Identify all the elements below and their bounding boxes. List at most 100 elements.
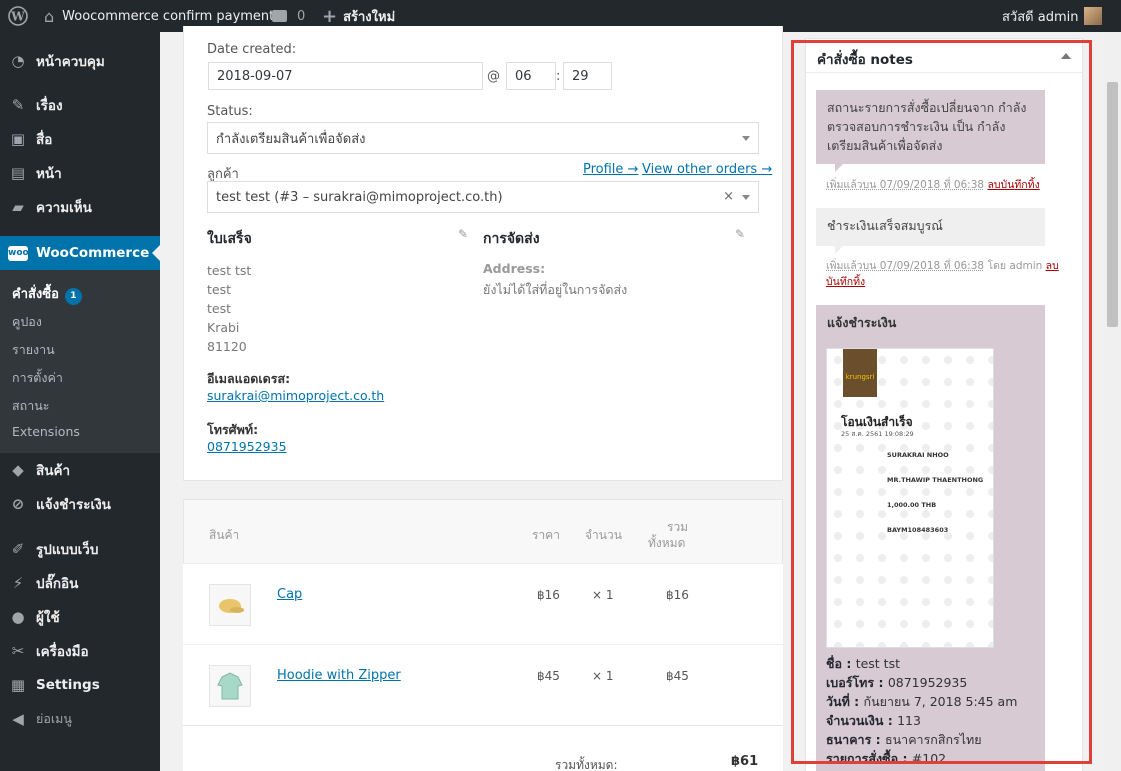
date-created-input[interactable]: 2018-09-07 xyxy=(208,62,483,90)
view-other-orders-link[interactable]: View other orders → xyxy=(642,162,772,177)
pin-icon: ✎ xyxy=(8,96,28,114)
my-account-link[interactable]: สวัสดี admin xyxy=(1002,0,1102,32)
price-column-header: ราคา xyxy=(532,526,560,545)
date-created-label: Date created: xyxy=(207,42,296,57)
media-icon: ▣ xyxy=(8,130,28,148)
menu-media[interactable]: ▣ สื่อ xyxy=(0,122,160,156)
avatar xyxy=(1084,7,1102,25)
collapse-toggle-icon[interactable] xyxy=(1061,53,1071,59)
grand-total-value: ฿61 xyxy=(731,754,758,769)
notes-title: คำสั่งซื้อ notes xyxy=(817,48,913,70)
menu-plugins[interactable]: ⚡ ปลั๊กอิน xyxy=(0,566,160,600)
phone-label: โทรศัพท์: xyxy=(207,420,258,440)
menu-tools[interactable]: ✂ เครื่องมือ xyxy=(0,634,160,668)
delete-note-link[interactable]: ลบ xyxy=(1046,260,1059,272)
orders-count-badge: 1 xyxy=(65,288,82,305)
menu-collapse[interactable]: ◀ ย่อเมนู xyxy=(0,702,160,736)
time-separator: : xyxy=(556,69,560,84)
payment-note-title: แจ้งชำระเงิน xyxy=(827,313,1034,332)
cap-thumbnail xyxy=(209,584,251,626)
billing-line: 81120 xyxy=(207,337,251,356)
item-price: ฿16 xyxy=(537,588,560,602)
at-sign: @ xyxy=(487,69,500,84)
chevron-down-icon xyxy=(742,136,750,141)
total-column-header-line2: ทั้งหมด xyxy=(648,534,685,553)
woo-icon: woo xyxy=(8,246,28,261)
scrollbar-thumb[interactable] xyxy=(1107,82,1118,327)
box-icon: ◆ xyxy=(8,461,28,479)
user-icon: ● xyxy=(8,608,28,626)
notes-header-divider xyxy=(806,72,1082,73)
totals-area xyxy=(183,725,783,771)
payment-slip-image[interactable]: krungsri โอนเงินสำเร็จ 25 ส.ค. 2561 19:0… xyxy=(826,348,994,648)
slip-amount: 1,000.00 THB xyxy=(887,501,936,509)
menu-woocommerce[interactable]: woo WooCommerce xyxy=(0,236,160,270)
status-select[interactable]: กำลังเตรียมสินค้าเพื่อจัดส่ง xyxy=(207,122,759,154)
customer-note-status: สถานะรายการสั่งซื้อเปลี่ยนจาก กำลังตรวจส… xyxy=(816,90,1045,164)
menu-appearance[interactable]: ✐ รูปแบบเว็บ xyxy=(0,532,160,566)
note-tail xyxy=(835,246,843,254)
collapse-icon: ◀ xyxy=(8,710,28,728)
menu-settings[interactable]: ▦ Settings xyxy=(0,668,160,702)
wordpress-logo-icon[interactable]: W xyxy=(8,0,28,32)
no-shipping-address: ยังไม่ได้ใส่ที่อยู่ในการจัดส่ง xyxy=(483,280,627,300)
billing-line: Krabi xyxy=(207,318,251,337)
customer-select[interactable]: test test (#3 – surakrai@mimoproject.co.… xyxy=(207,181,759,213)
customer-value: test test (#3 – surakrai@mimoproject.co.… xyxy=(216,190,503,205)
payment-details: ชื่อ : test tst เบอร์โทร : 0871952935 วั… xyxy=(826,654,1017,768)
billing-address: test tst test test Krabi 81120 xyxy=(207,261,251,356)
wrench-icon: ✂ xyxy=(8,642,28,660)
menu-comments[interactable]: ▰ ความเห็น xyxy=(0,190,160,224)
submenu-coupons[interactable]: คูปอง xyxy=(12,312,42,332)
product-link[interactable]: Cap xyxy=(277,587,302,602)
table-row: Hoodie with Zipper ฿45 × 1 ฿45 xyxy=(183,644,783,725)
edit-shipping-pencil-icon[interactable]: ✎ xyxy=(735,227,745,241)
edit-billing-pencil-icon[interactable]: ✎ xyxy=(458,227,468,241)
submenu-settings[interactable]: การตั้งค่า xyxy=(12,368,63,388)
delete-note-link[interactable]: บันทึกทิ้ง xyxy=(826,276,865,288)
product-link[interactable]: Hoodie with Zipper xyxy=(277,668,401,683)
submenu-reports[interactable]: รายงาน xyxy=(12,340,55,360)
address-label: Address: xyxy=(483,261,545,276)
slip-date: 25 ส.ค. 2561 19:08:29 xyxy=(841,429,914,439)
hour-input[interactable]: 06 xyxy=(506,62,556,90)
payment-field: ชื่อ : test tst xyxy=(826,654,1017,673)
menu-posts[interactable]: ✎ เรื่อง xyxy=(0,88,160,122)
shipping-title: การจัดส่ง xyxy=(483,228,540,250)
scrollbar-track[interactable] xyxy=(1104,32,1121,771)
email-link[interactable]: surakrai@mimoproject.co.th xyxy=(207,388,384,403)
profile-link[interactable]: Profile → xyxy=(583,162,638,177)
submenu-orders[interactable]: คำสั่งซื้อ 1 xyxy=(12,283,82,305)
status-value: กำลังเตรียมสินค้าเพื่อจัดส่ง xyxy=(216,128,366,149)
plus-icon: + xyxy=(322,6,337,27)
system-note-payment: ชำระเงินเสร็จสมบูรณ์ xyxy=(816,208,1045,246)
billing-title: ใบเสร็จ xyxy=(207,228,252,250)
table-row: Cap ฿16 × 1 ฿16 xyxy=(183,563,783,644)
menu-users[interactable]: ● ผู้ใช้ xyxy=(0,600,160,634)
clear-icon[interactable]: × xyxy=(723,189,734,204)
phone-link[interactable]: 0871952935 xyxy=(207,439,287,454)
page-icon: ▤ xyxy=(8,164,28,182)
note-meta: เพิ่มแล้วบน 07/09/2018 ที่ 06:38 ลบบันทึ… xyxy=(826,177,1040,193)
bank-logo: krungsri xyxy=(843,349,877,397)
svg-text:W: W xyxy=(10,10,25,24)
comment-icon: ▰ xyxy=(8,198,28,216)
slip-ref: BAYM108483603 xyxy=(887,526,948,534)
delete-note-link[interactable]: ลบบันทึกทิ้ง xyxy=(987,179,1039,191)
home-icon: ⌂ xyxy=(44,7,54,26)
email-label: อีเมลแอดเดรส: xyxy=(207,369,290,389)
order-data-panel xyxy=(183,26,783,481)
minute-input[interactable]: 29 xyxy=(563,62,612,90)
status-label: Status: xyxy=(207,104,253,119)
submenu-extensions[interactable]: Extensions xyxy=(12,424,80,439)
menu-pages[interactable]: ▤ หน้า xyxy=(0,156,160,190)
item-price: ฿45 xyxy=(537,669,560,683)
qty-column-header: จำนวน xyxy=(585,526,622,545)
settings-icon: ▦ xyxy=(8,676,28,694)
submenu-status[interactable]: สถานะ xyxy=(12,396,49,416)
item-total: ฿16 xyxy=(666,588,689,602)
menu-payment-confirm[interactable]: ⊘ แจ้งชำระเงิน xyxy=(0,487,160,521)
menu-products[interactable]: ◆ สินค้า xyxy=(0,453,160,487)
menu-dashboard[interactable]: ◔ หน้าควบคุม xyxy=(0,44,160,78)
payment-field: วันที่ : กันยายน 7, 2018 5:45 am xyxy=(826,692,1017,711)
